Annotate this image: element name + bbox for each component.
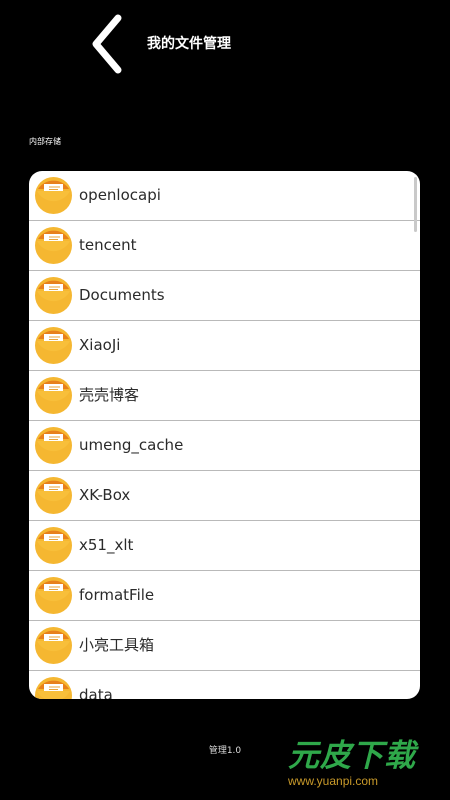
folder-icon bbox=[35, 177, 72, 214]
file-name: tencent bbox=[79, 236, 137, 254]
file-row[interactable]: openlocapi bbox=[29, 171, 420, 221]
back-button[interactable] bbox=[84, 12, 134, 76]
file-row[interactable]: Documents bbox=[29, 271, 420, 321]
folder-icon bbox=[35, 527, 72, 564]
file-name: x51_xlt bbox=[79, 536, 134, 554]
file-name: openlocapi bbox=[79, 186, 161, 204]
folder-icon bbox=[35, 277, 72, 314]
file-row[interactable]: XK-Box bbox=[29, 471, 420, 521]
file-row[interactable]: 壳壳博客 bbox=[29, 371, 420, 421]
folder-icon bbox=[35, 577, 72, 614]
chevron-left-icon bbox=[92, 14, 122, 74]
folder-icon bbox=[35, 627, 72, 664]
watermark-url: www.yuanpi.com bbox=[288, 774, 379, 788]
folder-icon bbox=[35, 327, 72, 364]
file-name: XK-Box bbox=[79, 486, 131, 504]
storage-section-label: 内部存储 bbox=[29, 137, 61, 146]
file-name: umeng_cache bbox=[79, 436, 184, 454]
file-name: Documents bbox=[79, 286, 165, 304]
file-name: data bbox=[79, 686, 113, 699]
file-list-card: openlocapi tencent Documents XiaoJi 壳壳博客 umen… bbox=[29, 171, 420, 699]
file-row[interactable]: tencent bbox=[29, 221, 420, 271]
file-row[interactable]: data bbox=[29, 671, 420, 699]
file-name: XiaoJi bbox=[79, 336, 121, 354]
file-row[interactable]: umeng_cache bbox=[29, 421, 420, 471]
folder-icon bbox=[35, 227, 72, 264]
file-row[interactable]: 小亮工具箱 bbox=[29, 621, 420, 671]
folder-icon bbox=[35, 677, 72, 699]
file-name: formatFile bbox=[79, 586, 155, 604]
file-row[interactable]: XiaoJi bbox=[29, 321, 420, 371]
watermark-text: 元皮下载 bbox=[288, 738, 416, 774]
file-list[interactable]: openlocapi tencent Documents XiaoJi 壳壳博客 umen… bbox=[29, 171, 420, 699]
file-name: 壳壳博客 bbox=[79, 386, 140, 404]
folder-icon bbox=[35, 477, 72, 514]
scrollbar[interactable] bbox=[414, 177, 417, 232]
watermark-logo: 元皮下载 www.yuanpi.com bbox=[282, 730, 436, 790]
file-row[interactable]: x51_xlt bbox=[29, 521, 420, 571]
folder-icon bbox=[35, 377, 72, 414]
folder-icon bbox=[35, 427, 72, 464]
file-name: 小亮工具箱 bbox=[79, 636, 155, 654]
page-title: 我的文件管理 bbox=[147, 36, 231, 52]
file-row[interactable]: formatFile bbox=[29, 571, 420, 621]
